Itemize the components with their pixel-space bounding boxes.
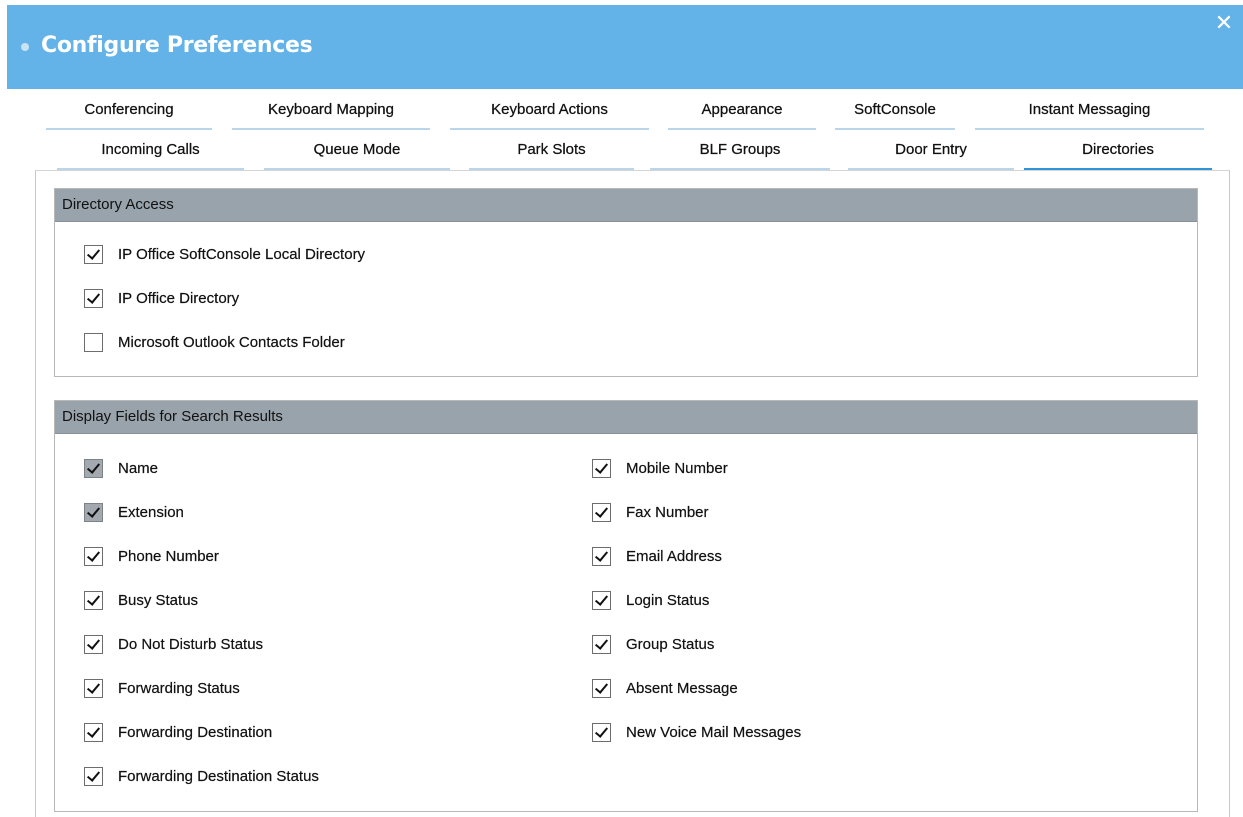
checkmark-icon — [86, 723, 101, 738]
ip-office-directory-label: IP Office Directory — [118, 289, 240, 307]
checkmark-icon — [86, 591, 101, 606]
tab-park-slots[interactable]: Park Slots — [469, 136, 634, 170]
tab-door-entry[interactable]: Door Entry — [848, 136, 1014, 170]
checkbox-row-phone-number[interactable]: Phone Number — [84, 545, 219, 567]
tab-blf-groups[interactable]: BLF Groups — [650, 136, 830, 170]
login-status-label: Login Status — [626, 591, 710, 609]
title-bullet-icon — [21, 43, 29, 51]
tab-row-2: Incoming Calls Queue Mode Park Slots BLF… — [0, 136, 1243, 171]
name-checkbox — [84, 458, 103, 478]
window-title: Configure Preferences — [41, 33, 313, 58]
busy-status-label: Busy Status — [118, 591, 199, 609]
checkmark-icon — [594, 459, 609, 474]
checkbox-row-new-voice-mail-messages[interactable]: New Voice Mail Messages — [592, 721, 801, 743]
tab-queue-mode[interactable]: Queue Mode — [264, 136, 450, 170]
tab-row-1: Conferencing Keyboard Mapping Keyboard A… — [0, 96, 1243, 130]
checkmark-icon — [594, 503, 609, 518]
outlook-contacts-checkbox[interactable] — [84, 332, 103, 352]
checkbox-row-outlook-contacts[interactable]: Microsoft Outlook Contacts Folder — [84, 331, 345, 353]
checkbox-row-forwarding-destination[interactable]: Forwarding Destination — [84, 721, 272, 743]
checkmark-icon — [86, 459, 101, 474]
checkbox-row-extension[interactable]: Extension — [84, 501, 184, 523]
directory-access-header: Directory Access — [55, 189, 1197, 222]
forwarding-status-checkbox[interactable] — [84, 678, 103, 698]
group-status-checkbox[interactable] — [592, 634, 611, 654]
mobile-number-checkbox[interactable] — [592, 458, 611, 478]
checkmark-icon — [594, 679, 609, 694]
extension-label: Extension — [118, 503, 184, 521]
checkmark-icon — [594, 547, 609, 562]
ip-office-directory-checkbox[interactable] — [84, 288, 103, 308]
directories-panel: Directory Access IP Office SoftConsole L… — [35, 170, 1230, 817]
tab-incoming-calls[interactable]: Incoming Calls — [57, 136, 244, 170]
checkbox-row-email-address[interactable]: Email Address — [592, 545, 722, 567]
tab-directories[interactable]: Directories — [1024, 136, 1212, 171]
checkbox-row-do-not-disturb-status[interactable]: Do Not Disturb Status — [84, 633, 263, 655]
busy-status-checkbox[interactable] — [84, 590, 103, 610]
forwarding-destination-label: Forwarding Destination — [118, 723, 273, 741]
directory-access-group: Directory Access IP Office SoftConsole L… — [54, 188, 1198, 377]
email-address-checkbox[interactable] — [592, 546, 611, 566]
fax-number-checkbox[interactable] — [592, 502, 611, 522]
display-fields-group: Display Fields for Search Results Name Ex… — [54, 400, 1198, 812]
checkbox-row-absent-message[interactable]: Absent Message — [592, 677, 738, 699]
email-address-label: Email Address — [626, 547, 722, 565]
tab-conferencing[interactable]: Conferencing — [46, 96, 212, 130]
checkmark-icon — [594, 723, 609, 738]
absent-message-label: Absent Message — [626, 679, 738, 697]
tab-softconsole[interactable]: SoftConsole — [835, 96, 955, 130]
do-not-disturb-status-label: Do Not Disturb Status — [118, 635, 264, 653]
extension-checkbox — [84, 502, 103, 522]
close-button[interactable]: ✕ — [1213, 13, 1235, 35]
tab-keyboard-mapping[interactable]: Keyboard Mapping — [232, 96, 430, 130]
display-fields-header: Display Fields for Search Results — [55, 401, 1197, 434]
checkmark-icon — [594, 591, 609, 606]
checkbox-row-busy-status[interactable]: Busy Status — [84, 589, 198, 611]
tab-appearance[interactable]: Appearance — [668, 96, 816, 130]
phone-number-label: Phone Number — [118, 547, 219, 565]
mobile-number-label: Mobile Number — [626, 459, 728, 477]
forwarding-status-label: Forwarding Status — [118, 679, 240, 697]
checkbox-row-forwarding-destination-status[interactable]: Forwarding Destination Status — [84, 765, 319, 787]
checkmark-icon — [86, 245, 101, 260]
forwarding-destination-checkbox[interactable] — [84, 722, 103, 742]
checkmark-icon — [594, 635, 609, 650]
checkbox-row-login-status[interactable]: Login Status — [592, 589, 710, 611]
checkmark-icon — [86, 503, 101, 518]
new-voice-mail-messages-checkbox[interactable] — [592, 722, 611, 742]
name-label: Name — [118, 459, 159, 477]
checkbox-row-group-status[interactable]: Group Status — [592, 633, 714, 655]
forwarding-destination-status-checkbox[interactable] — [84, 766, 103, 786]
checkmark-icon — [86, 289, 101, 304]
title-bar: Configure Preferences ✕ — [7, 5, 1243, 89]
local-directory-checkbox[interactable] — [84, 244, 103, 264]
new-voice-mail-messages-label: New Voice Mail Messages — [626, 723, 802, 741]
checkbox-row-name[interactable]: Name — [84, 457, 158, 479]
checkbox-row-fax-number[interactable]: Fax Number — [592, 501, 709, 523]
checkbox-row-forwarding-status[interactable]: Forwarding Status — [84, 677, 240, 699]
checkbox-row-mobile-number[interactable]: Mobile Number — [592, 457, 728, 479]
group-status-label: Group Status — [626, 635, 715, 653]
phone-number-checkbox[interactable] — [84, 546, 103, 566]
checkmark-icon — [86, 547, 101, 562]
checkmark-icon — [86, 679, 101, 694]
login-status-checkbox[interactable] — [592, 590, 611, 610]
checkbox-row-local-directory[interactable]: IP Office SoftConsole Local Directory — [84, 243, 365, 265]
tab-instant-messaging[interactable]: Instant Messaging — [975, 96, 1204, 130]
outlook-contacts-label: Microsoft Outlook Contacts Folder — [118, 333, 345, 351]
checkbox-row-ip-office-directory[interactable]: IP Office Directory — [84, 287, 239, 309]
fax-number-label: Fax Number — [626, 503, 709, 521]
do-not-disturb-status-checkbox[interactable] — [84, 634, 103, 654]
checkmark-icon — [86, 635, 101, 650]
tab-keyboard-actions[interactable]: Keyboard Actions — [450, 96, 649, 130]
checkmark-icon — [86, 767, 101, 782]
forwarding-destination-status-label: Forwarding Destination Status — [118, 767, 319, 785]
local-directory-label: IP Office SoftConsole Local Directory — [118, 245, 366, 263]
absent-message-checkbox[interactable] — [592, 678, 611, 698]
